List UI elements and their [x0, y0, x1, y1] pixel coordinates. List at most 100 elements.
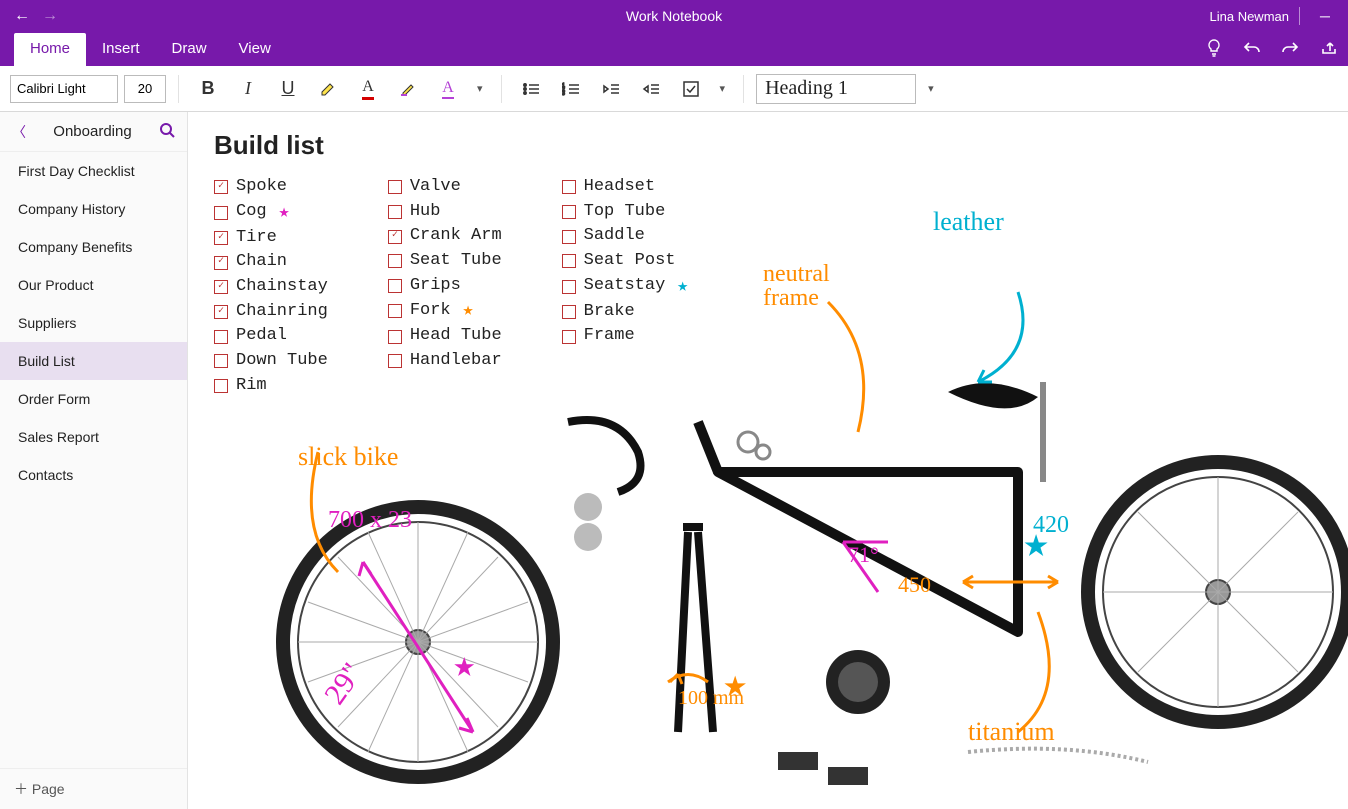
star-icon: ★: [463, 298, 474, 324]
sidebar-page-build-list[interactable]: Build List: [0, 342, 187, 380]
checkbox-icon[interactable]: [562, 305, 576, 319]
check-item[interactable]: Fork★: [388, 298, 502, 324]
check-item[interactable]: Chain: [214, 250, 328, 275]
page-title[interactable]: Build list: [214, 130, 1322, 161]
sidebar-page-sales-report[interactable]: Sales Report: [0, 418, 187, 456]
checkbox-icon[interactable]: [214, 330, 228, 344]
search-icon[interactable]: [159, 122, 175, 141]
back-button[interactable]: ←: [8, 2, 36, 30]
style-dropdown-icon[interactable]: ▾: [922, 82, 940, 95]
share-icon[interactable]: [1316, 36, 1340, 60]
checkbox-icon[interactable]: [562, 254, 576, 268]
check-item[interactable]: Saddle: [562, 224, 688, 249]
checkbox-icon[interactable]: [388, 180, 402, 194]
tab-insert[interactable]: Insert: [86, 33, 156, 66]
checkbox-icon[interactable]: [214, 379, 228, 393]
checkbox-icon[interactable]: [562, 205, 576, 219]
ann-angle: 71°: [848, 542, 879, 568]
checkbox-icon[interactable]: [562, 280, 576, 294]
checkbox-icon[interactable]: [388, 354, 402, 368]
sidebar-page-order-form[interactable]: Order Form: [0, 380, 187, 418]
section-back-icon[interactable]: 〈: [12, 122, 26, 142]
check-item[interactable]: Handlebar: [388, 349, 502, 374]
tab-draw[interactable]: Draw: [156, 33, 223, 66]
checkbox-icon[interactable]: [388, 230, 402, 244]
more-font-icon[interactable]: ▾: [471, 82, 489, 95]
check-item[interactable]: Pedal: [214, 324, 328, 349]
checkbox-icon[interactable]: [214, 180, 228, 194]
sidebar-page-our-product[interactable]: Our Product: [0, 266, 187, 304]
format-painter-button[interactable]: A: [431, 74, 465, 104]
check-item[interactable]: Head Tube: [388, 324, 502, 349]
add-page-button[interactable]: ＋ Page: [0, 768, 187, 809]
tab-view[interactable]: View: [223, 33, 287, 66]
check-label: Chainstay: [236, 275, 328, 300]
font-name-input[interactable]: [10, 75, 118, 103]
style-select[interactable]: Heading 1: [756, 74, 916, 104]
build-checklist[interactable]: SpokeCog★TireChainChainstayChainringPeda…: [214, 175, 1322, 398]
check-label: Head Tube: [410, 324, 502, 349]
check-item[interactable]: Rim: [214, 374, 328, 399]
sidebar-page-suppliers[interactable]: Suppliers: [0, 304, 187, 342]
star-icon: ★: [279, 200, 290, 226]
checkbox-icon[interactable]: [214, 256, 228, 270]
underline-button[interactable]: U: [271, 74, 305, 104]
check-item[interactable]: Top Tube: [562, 200, 688, 225]
sidebar-page-contacts[interactable]: Contacts: [0, 456, 187, 494]
checkbox-icon[interactable]: [562, 180, 576, 194]
more-para-icon[interactable]: ▾: [714, 82, 732, 95]
tab-home[interactable]: Home: [14, 33, 86, 66]
check-item[interactable]: Tire: [214, 226, 328, 251]
bullet-list-button[interactable]: [514, 74, 548, 104]
checkbox-icon[interactable]: [388, 304, 402, 318]
check-item[interactable]: Frame: [562, 324, 688, 349]
checkbox-icon[interactable]: [214, 206, 228, 220]
sidebar-page-company-history[interactable]: Company History: [0, 190, 187, 228]
check-item[interactable]: Seatstay★: [562, 274, 688, 300]
checkbox-icon[interactable]: [214, 305, 228, 319]
indent-button[interactable]: [634, 74, 668, 104]
check-label: Spoke: [236, 175, 287, 200]
bold-button[interactable]: B: [191, 74, 225, 104]
checkbox-icon[interactable]: [562, 330, 576, 344]
check-item[interactable]: Headset: [562, 175, 688, 200]
minimize-button[interactable]: ─: [1310, 8, 1340, 24]
undo-icon[interactable]: [1240, 36, 1264, 60]
font-size-input[interactable]: [124, 75, 166, 103]
check-item[interactable]: Down Tube: [214, 349, 328, 374]
redo-icon[interactable]: [1278, 36, 1302, 60]
clear-format-button[interactable]: [391, 74, 425, 104]
checkbox-icon[interactable]: [388, 254, 402, 268]
check-item[interactable]: Chainring: [214, 300, 328, 325]
checkbox-icon[interactable]: [388, 205, 402, 219]
checkbox-icon[interactable]: [214, 354, 228, 368]
sidebar-page-company-benefits[interactable]: Company Benefits: [0, 228, 187, 266]
font-color-button[interactable]: A: [351, 74, 385, 104]
check-item[interactable]: Cog★: [214, 200, 328, 226]
checkbox-icon[interactable]: [214, 231, 228, 245]
check-item[interactable]: Crank Arm: [388, 224, 502, 249]
check-item[interactable]: Chainstay: [214, 275, 328, 300]
sidebar-page-first-day-checklist[interactable]: First Day Checklist: [0, 152, 187, 190]
number-list-button[interactable]: 123: [554, 74, 588, 104]
highlight-button[interactable]: [311, 74, 345, 104]
section-title[interactable]: Onboarding: [36, 123, 149, 140]
check-item[interactable]: Valve: [388, 175, 502, 200]
check-item[interactable]: Brake: [562, 300, 688, 325]
checkbox-icon[interactable]: [214, 280, 228, 294]
todo-tag-button[interactable]: [674, 74, 708, 104]
check-item[interactable]: Spoke: [214, 175, 328, 200]
check-item[interactable]: Hub: [388, 200, 502, 225]
check-item[interactable]: Seat Post: [562, 249, 688, 274]
checkbox-icon[interactable]: [562, 230, 576, 244]
user-name[interactable]: Lina Newman: [1210, 9, 1290, 24]
check-item[interactable]: Seat Tube: [388, 249, 502, 274]
outdent-button[interactable]: [594, 74, 628, 104]
note-canvas[interactable]: Build list SpokeCog★TireChainChainstayCh…: [188, 112, 1348, 809]
forward-button[interactable]: →: [36, 2, 64, 30]
check-item[interactable]: Grips: [388, 274, 502, 299]
italic-button[interactable]: I: [231, 74, 265, 104]
lightbulb-icon[interactable]: [1202, 36, 1226, 60]
checkbox-icon[interactable]: [388, 330, 402, 344]
checkbox-icon[interactable]: [388, 279, 402, 293]
